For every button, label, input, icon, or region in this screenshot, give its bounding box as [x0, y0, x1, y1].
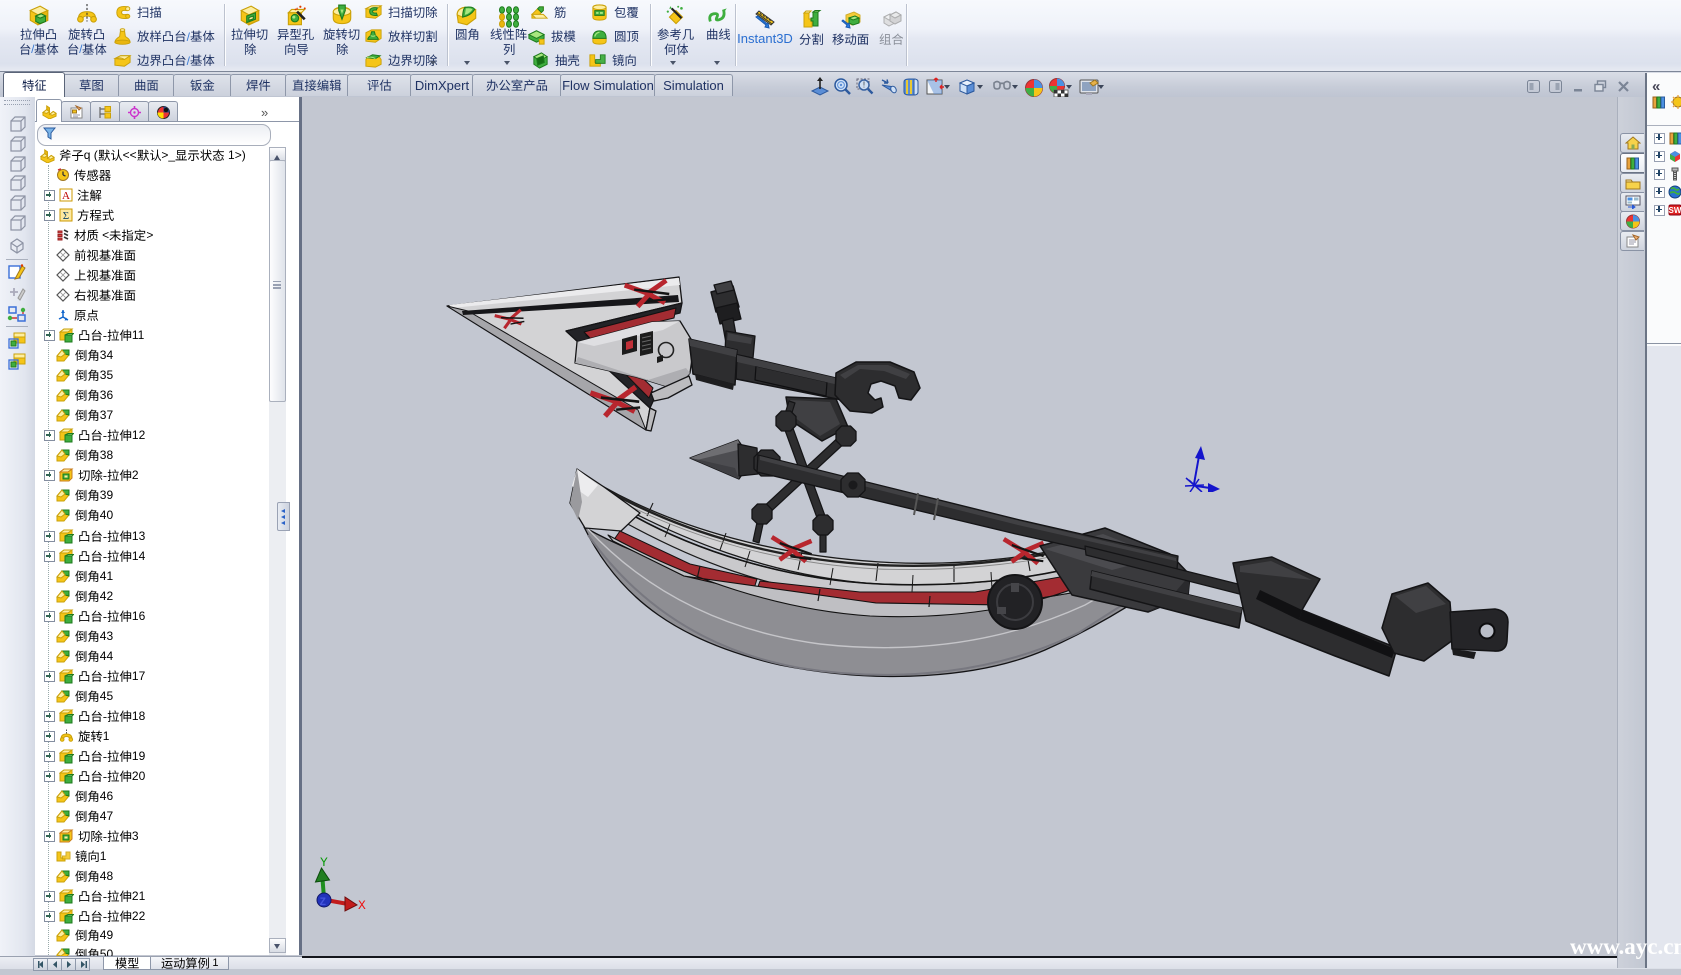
svg-text:Z: Z [320, 897, 327, 909]
svg-text:!: ! [863, 81, 865, 90]
svg-text:Σ: Σ [63, 210, 69, 222]
svg-text:A: A [62, 190, 70, 202]
svg-text:SW: SW [1669, 206, 1681, 215]
svg-text:X: X [358, 898, 366, 912]
